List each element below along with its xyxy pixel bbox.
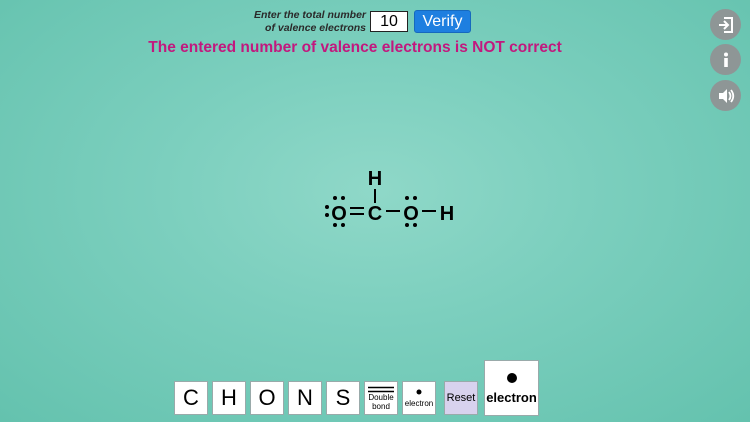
tile-electron-small[interactable]: electron	[402, 381, 436, 415]
result-message: The entered number of valence electrons …	[148, 39, 562, 56]
tile-oxygen[interactable]: O	[250, 381, 284, 415]
atom-h-right: H	[440, 203, 454, 225]
verify-button[interactable]: Verify	[414, 10, 471, 33]
valence-prompt-label: Enter the total number of valence electr…	[253, 9, 366, 34]
double-bond-icon	[368, 386, 394, 392]
atom-c-center: C	[368, 203, 382, 225]
atom-h-top: H	[368, 168, 382, 190]
exit-icon	[718, 16, 733, 33]
electron-big-label: electron	[486, 390, 537, 405]
electron-small-label: electron	[404, 399, 434, 408]
info-button[interactable]	[710, 44, 741, 75]
molecule-structure: H O C O H	[325, 168, 454, 227]
electron-dot-icon	[416, 389, 422, 395]
sound-button[interactable]	[710, 80, 741, 111]
info-icon	[723, 52, 728, 67]
tile-carbon[interactable]: C	[174, 381, 208, 415]
double-bond-label-2: bond	[372, 401, 390, 411]
speaker-icon	[718, 88, 734, 103]
tile-electron-big[interactable]: electron	[484, 360, 539, 416]
valence-count-input[interactable]: 10	[370, 11, 408, 32]
exit-button[interactable]	[710, 9, 741, 40]
tile-nitrogen[interactable]: N	[288, 381, 322, 415]
reset-button[interactable]: Reset	[444, 381, 478, 415]
electron-dot-icon-large	[506, 373, 517, 383]
tile-double-bond[interactable]: Double bond	[364, 381, 398, 415]
double-bond-label-1: Double	[368, 392, 394, 402]
atom-o-right: O	[403, 203, 419, 225]
tile-hydrogen[interactable]: H	[212, 381, 246, 415]
atom-o-left: O	[331, 203, 347, 225]
tile-sulfur[interactable]: S	[326, 381, 360, 415]
